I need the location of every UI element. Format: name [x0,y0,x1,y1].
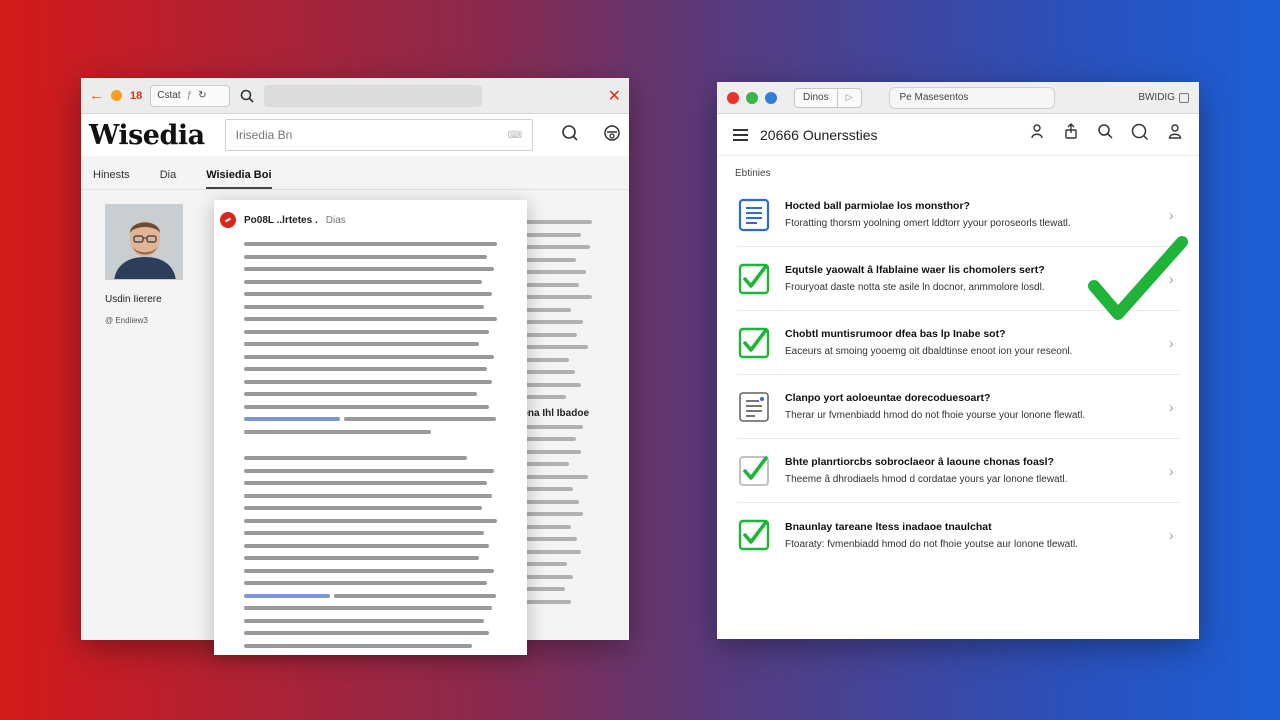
minimize-window-icon[interactable] [765,91,777,104]
preview-subtitle: Dias [325,214,346,226]
article-side-column: Ibna Ihl Ibadoe [519,220,623,612]
search-placeholder: Irisedia Bn [235,128,293,142]
question-list: Hocted ball parmiolae los monsthor? Ftor… [717,183,1199,567]
close-window-icon[interactable] [727,91,739,104]
question-desc: Frouryoat daste notta ste asile ln docno… [785,282,1045,293]
question-title: Hocted ball parmiolae los monsthor? [785,200,970,212]
chevron-right-icon[interactable]: › [1169,335,1181,351]
preview-link-2[interactable] [244,593,331,598]
tab-label: Cstat [157,90,181,101]
document-icon [737,198,771,232]
profile-photo [105,204,183,280]
checkbox-checked-icon[interactable] [737,262,771,296]
preview-title: Po08L ..lrtetes . Dias [244,214,346,226]
questions-browser-window: Dinos ▷ Pe Masesentos BWIDIG 20666 Ouner… [717,82,1199,639]
tab-indicator-icon [111,90,122,101]
question-row[interactable]: Clanpo yort aoloeuntae dorecoduesoart? T… [737,375,1181,439]
question-row[interactable]: Bnaunlay tareane ltess inadaoe tnaulchat… [737,503,1181,567]
question-title: Bnaunlay tareane ltess inadaoe tnaulchat [785,520,992,533]
hamburger-menu-icon[interactable] [733,128,748,141]
article-preview-card[interactable]: Po08L ..lrtetes . Dias [214,200,527,655]
keyboard-icon: ⌨ [507,129,522,141]
search-icon[interactable] [238,89,256,103]
window-box-icon[interactable] [1179,92,1189,103]
question-row[interactable]: Chobtl muntisrumoor dfea bas lp Inabe so… [737,311,1181,375]
question-row[interactable]: Equtsle yaowalt â lfablaine waer lis cho… [737,247,1181,311]
badge-icon [220,212,236,228]
chevron-right-icon[interactable]: › [1169,271,1181,287]
question-desc: Therar ur fvmenbiadd hmod do not fhoie y… [785,410,1086,421]
tab-separator: ƒ [186,90,193,101]
preview-paragraph-2 [244,456,497,648]
maximize-window-icon[interactable] [746,91,758,104]
question-row[interactable]: Hocted ball parmiolae los monsthor? Ftor… [737,183,1181,247]
tab-pill[interactable]: Cstat ƒ ↻ [150,84,231,107]
close-icon[interactable]: ✕ [608,86,621,106]
site-logo[interactable]: Wisedia [89,120,205,151]
tab-wisiedia-boi[interactable]: Wisiedia Boi [206,169,272,189]
address-bar[interactable] [264,84,483,107]
search-icon[interactable] [561,124,579,147]
checkbox-checked-icon[interactable] [737,326,771,360]
site-header: Wisedia Irisedia Bn ⌨ [81,114,629,156]
question-row[interactable]: Bhte planrtiorcbs sobroclaeor â laoune c… [737,439,1181,503]
back-arrow-icon[interactable]: ← [89,87,104,104]
page-header: 20666 Ounerssties [717,114,1199,156]
question-desc: Theeme â dhrodiaels hmod d cordatae your… [785,474,1068,485]
tab-count: 18 [130,89,143,102]
question-title: Equtsle yaowalt â lfablaine waer lis cho… [785,264,1045,276]
question-desc: Ftoratting thorsm yoolning omert lddtorr… [785,218,1071,229]
question-title: Clanpo yort aoloeuntae dorecoduesoart? [785,392,991,404]
tab-dia[interactable]: Dia [160,169,177,189]
profile-meta: @ Endiiew3 [105,316,148,325]
chevron-right-icon[interactable]: › [1169,463,1181,479]
address-bar[interactable]: Pe Masesentos [888,86,1055,109]
profile-name: Usdin Iierere [105,294,162,305]
question-title: Chobtl muntisrumoor dfea bas lp Inabe so… [785,328,1006,340]
browser-toolbar: Dinos ▷ Pe Masesentos BWIDIG [717,82,1199,114]
checkbox-checked-icon[interactable] [737,454,771,488]
page-title: 20666 Ounerssties [760,126,878,143]
reload-icon[interactable]: ↻ [198,90,206,101]
browser-toolbar: ← 18 Cstat ƒ ↻ ✕ [81,78,629,114]
preview-paragraph-1 [244,242,497,434]
site-search-input[interactable]: Irisedia Bn ⌨ [224,119,533,151]
chevron-right-icon[interactable]: › [1169,527,1181,543]
question-title: Bhte planrtiorcbs sobroclaeor â laoune c… [785,456,1054,468]
preview-link[interactable] [244,417,341,421]
tab-pill[interactable]: Dinos ▷ [794,87,862,108]
chevron-right-icon[interactable]: › [1169,207,1181,223]
toolbar-right-label: BWIDIG [1138,92,1175,103]
user-icon[interactable] [603,124,621,147]
chevron-right-icon[interactable]: › [1169,399,1181,415]
chat-icon[interactable] [1131,123,1149,146]
question-desc: Eaceurs at smoing yooemg oit dbaldtinse … [785,346,1073,357]
question-desc: Ftoaraty: fvmenbiadd hmod do not fhoie y… [785,538,1078,550]
search-icon[interactable] [1097,123,1113,146]
checkbox-checked-icon[interactable] [737,518,771,552]
side-heading: Ibna Ihl Ibadoe [519,407,590,419]
person-icon[interactable] [1029,123,1045,146]
page-tabs: Hinests Dia Wisiedia Boi [81,156,629,190]
play-icon[interactable]: ▷ [838,92,861,103]
tab-hinests[interactable]: Hinests [93,169,130,189]
document-lines-icon [737,390,771,424]
toolbar-right[interactable]: BWIDIG [1138,92,1189,103]
section-label: Ebtinies [735,168,771,179]
account-icon[interactable] [1167,123,1183,146]
share-icon[interactable] [1063,123,1079,146]
tab-label: Dinos [795,88,838,107]
